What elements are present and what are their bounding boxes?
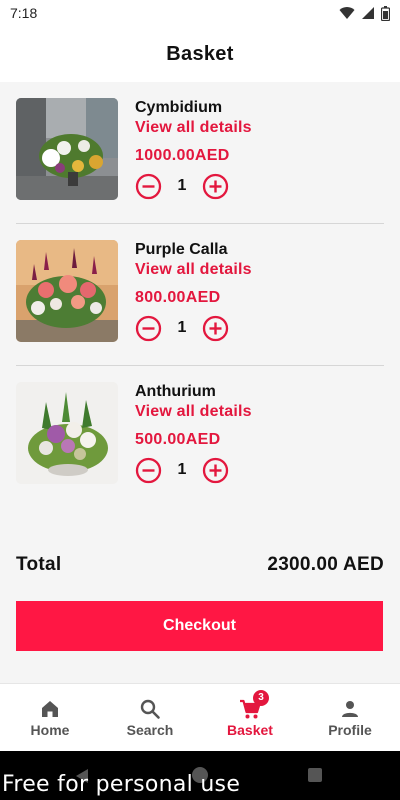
item-name: Anthurium bbox=[135, 383, 216, 400]
item-info: Anthurium View all details 500.00AED 1 bbox=[135, 382, 252, 484]
home-icon bbox=[42, 700, 58, 717]
quantity-stepper: 1 bbox=[135, 172, 252, 200]
item-price: 800.00AED bbox=[135, 289, 221, 306]
product-image-cymbidium[interactable] bbox=[16, 98, 118, 200]
status-icons bbox=[339, 5, 390, 21]
quantity-stepper: 1 bbox=[135, 314, 252, 342]
minus-circle-icon[interactable] bbox=[135, 173, 162, 200]
cart-count-badge: 3 bbox=[253, 689, 269, 706]
battery-icon bbox=[381, 5, 390, 21]
item-price: 500.00AED bbox=[135, 431, 221, 448]
view-details-link[interactable]: View all details bbox=[135, 402, 252, 422]
nav-item-basket[interactable]: 3 Basket bbox=[200, 684, 300, 751]
basket-item: Cymbidium View all details 1000.00AED 1 bbox=[0, 82, 400, 224]
recents-square-icon[interactable] bbox=[308, 768, 322, 782]
app-header: Basket bbox=[0, 26, 400, 82]
basket-item: Purple Calla View all details 800.00AED … bbox=[0, 224, 400, 366]
view-details-link[interactable]: View all details bbox=[135, 118, 252, 138]
nav-label: Search bbox=[126, 721, 174, 738]
total-row: Total 2300.00 AED bbox=[16, 553, 384, 577]
search-icon bbox=[140, 699, 160, 719]
nav-label: Profile bbox=[328, 721, 372, 738]
nav-item-search[interactable]: Search bbox=[100, 684, 200, 751]
item-name: Cymbidium bbox=[135, 99, 223, 116]
nav-label: Home bbox=[30, 721, 70, 738]
nav-item-profile[interactable]: Profile bbox=[300, 684, 400, 751]
item-info: Purple Calla View all details 800.00AED … bbox=[135, 240, 252, 342]
item-price: 1000.00AED bbox=[135, 147, 230, 164]
item-name: Purple Calla bbox=[135, 241, 228, 258]
basket-list: Cymbidium View all details 1000.00AED 1 bbox=[0, 82, 400, 508]
profile-icon bbox=[342, 700, 358, 717]
total-value: 2300.00 AED bbox=[267, 554, 384, 575]
quantity-stepper: 1 bbox=[135, 456, 252, 484]
quantity-value: 1 bbox=[177, 319, 187, 336]
total-label: Total bbox=[16, 554, 62, 575]
quantity-value: 1 bbox=[177, 461, 187, 478]
nav-label: Basket bbox=[227, 721, 273, 738]
bottom-nav: Home Search 3 Basket Profile bbox=[0, 683, 400, 751]
basket-item: Anthurium View all details 500.00AED 1 bbox=[0, 366, 400, 508]
quantity-value: 1 bbox=[177, 177, 187, 194]
item-info: Cymbidium View all details 1000.00AED 1 bbox=[135, 98, 252, 200]
product-image-purple-calla[interactable] bbox=[16, 240, 118, 342]
signal-icon bbox=[362, 7, 374, 19]
plus-circle-icon[interactable] bbox=[202, 173, 229, 200]
watermark-text: Free for personal use bbox=[2, 772, 241, 797]
wifi-icon bbox=[339, 7, 355, 20]
plus-circle-icon[interactable] bbox=[202, 457, 229, 484]
status-bar: 7:18 bbox=[0, 0, 400, 26]
product-image-anthurium[interactable] bbox=[16, 382, 118, 484]
status-time: 7:18 bbox=[10, 5, 38, 21]
page-title: Basket bbox=[166, 42, 234, 65]
plus-circle-icon[interactable] bbox=[202, 315, 229, 342]
minus-circle-icon[interactable] bbox=[135, 315, 162, 342]
nav-item-home[interactable]: Home bbox=[0, 684, 100, 751]
checkout-button[interactable]: Checkout bbox=[16, 601, 383, 651]
minus-circle-icon[interactable] bbox=[135, 457, 162, 484]
view-details-link[interactable]: View all details bbox=[135, 260, 252, 280]
cart-icon-wrap: 3 bbox=[239, 689, 269, 720]
